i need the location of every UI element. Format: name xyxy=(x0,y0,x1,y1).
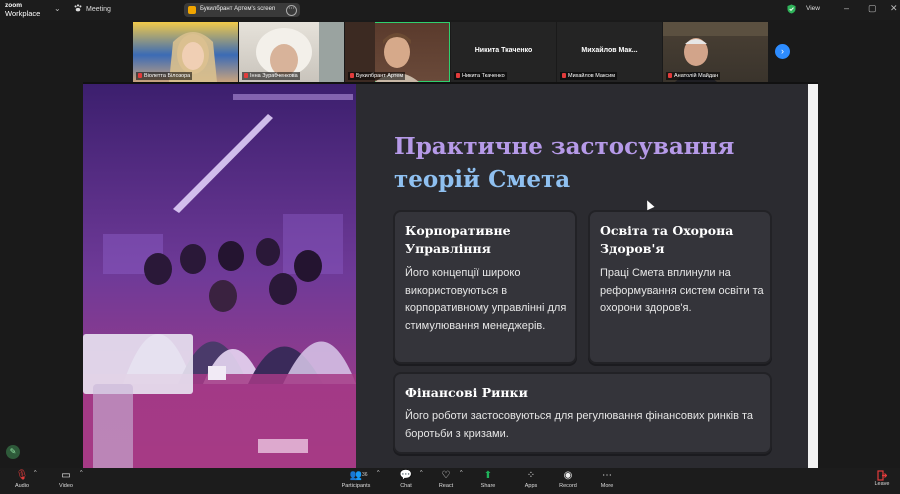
share-label: Share xyxy=(480,483,496,489)
chat-icon: 💬 xyxy=(399,470,413,481)
participants-count-badge: 36 xyxy=(362,472,368,478)
record-label: Record xyxy=(559,483,577,489)
slide-title-line-2: теорій Смета xyxy=(394,166,571,193)
record-button[interactable]: ◉ Record xyxy=(556,470,580,489)
leave-icon xyxy=(877,470,887,481)
team-meeting-photo xyxy=(83,84,356,468)
react-button[interactable]: ♡ React xyxy=(434,470,458,489)
apps-icon: ⁘ xyxy=(526,470,536,481)
video-button[interactable]: ▭ Video xyxy=(54,470,78,489)
mic-muted-icon xyxy=(350,73,354,78)
participant-tile[interactable]: Никита Ткаченко Никита Ткаченко xyxy=(451,22,556,82)
card-education-health: Освіта та Охорона Здоров'я Праці Смета в… xyxy=(588,210,772,364)
screen-share-indicator[interactable]: Букилбрант Артем's screen ⋯ xyxy=(184,3,300,17)
more-icon: ⋯ xyxy=(602,470,612,481)
logo-text-workplace: Workplace xyxy=(5,9,41,18)
participants-label: Participants xyxy=(341,483,371,489)
meeting-menu[interactable]: Meeting xyxy=(74,4,111,13)
participant-display-name: Михайлов Мак... xyxy=(581,47,638,54)
participant-name-text: Інна Зурабченкова xyxy=(250,73,298,79)
share-button[interactable]: ⬆ Share xyxy=(476,470,500,489)
react-options-chevron-icon[interactable]: ^ xyxy=(460,470,463,476)
participant-name-text: Михайлов Максим xyxy=(568,73,616,79)
more-label: More xyxy=(600,483,614,489)
card-title: Корпоративне Управління xyxy=(405,223,511,256)
meeting-label: Meeting xyxy=(86,6,111,13)
more-options-icon[interactable]: ⋯ xyxy=(286,5,297,16)
annotate-pencil-icon[interactable]: ✎ xyxy=(6,445,20,459)
mic-muted-icon xyxy=(244,73,248,78)
video-camera-icon: ▭ xyxy=(61,470,71,481)
participant-name-text: Букилбрант Артем xyxy=(356,73,404,79)
leave-button[interactable]: Leave xyxy=(870,470,894,487)
title-bar xyxy=(0,0,900,20)
chevron-right-icon: › xyxy=(781,46,784,56)
apps-button[interactable]: ⁘ Apps xyxy=(519,470,543,489)
slide-scrollbar[interactable] xyxy=(808,84,818,468)
participant-tile-active-speaker[interactable]: Букилбрант Артем xyxy=(345,22,450,82)
participant-name: Віолетта Білозора xyxy=(136,72,193,80)
mic-muted-icon: 🎙 xyxy=(15,470,29,481)
card-body: Праці Смета вплинули на реформування сис… xyxy=(600,267,764,314)
participant-name: Анатолій Майдан xyxy=(666,72,721,80)
participant-display-name: Никита Ткаченко xyxy=(474,47,533,54)
card-title: Фінансові Ринки xyxy=(405,385,528,400)
chat-button[interactable]: 💬 Chat xyxy=(394,470,418,489)
participant-tile[interactable]: Інна Зурабченкова xyxy=(239,22,344,82)
mic-muted-icon xyxy=(562,73,566,78)
more-button[interactable]: ⋯ More xyxy=(595,470,619,489)
view-menu[interactable]: View xyxy=(806,5,820,12)
next-page-button[interactable]: › xyxy=(775,44,790,59)
card-corporate-governance: Корпоративне Управління Його концепції ш… xyxy=(393,210,577,364)
participants-icon: 👥 xyxy=(349,470,363,481)
heart-icon: ♡ xyxy=(441,470,451,481)
chevron-down-icon[interactable]: ⌄ xyxy=(54,4,61,13)
react-label: React xyxy=(438,483,454,489)
share-indicator-icon xyxy=(188,6,196,14)
mic-muted-icon xyxy=(668,73,672,78)
video-label: Video xyxy=(59,483,73,489)
participant-tile[interactable]: Анатолій Майдан xyxy=(663,22,768,82)
view-label: View xyxy=(806,5,820,12)
audio-button[interactable]: 🎙 Audio xyxy=(10,470,34,489)
audio-options-chevron-icon[interactable]: ^ xyxy=(34,470,37,476)
participants-options-chevron-icon[interactable]: ^ xyxy=(377,470,380,476)
card-financial-markets: Фінансові Ринки Його роботи застосовують… xyxy=(393,372,772,454)
zoom-logo: zoom Workplace xyxy=(5,2,40,18)
video-options-chevron-icon[interactable]: ^ xyxy=(80,470,83,476)
slide-title: Практичне застосування теорій Смета xyxy=(394,130,734,196)
chat-options-chevron-icon[interactable]: ^ xyxy=(420,470,423,476)
mic-muted-icon xyxy=(138,73,142,78)
card-body: Його роботи застосовуються для регулюван… xyxy=(405,410,754,440)
record-icon: ◉ xyxy=(563,470,573,481)
participant-name: Никита Ткаченко xyxy=(454,72,507,80)
participant-name: Букилбрант Артем xyxy=(348,72,406,80)
minimize-button[interactable]: – xyxy=(844,3,849,13)
close-window-button[interactable]: ✕ xyxy=(890,3,898,14)
chat-label: Chat xyxy=(400,483,412,489)
slide-team-photo xyxy=(83,84,356,468)
share-label: Букилбрант Артем's screen xyxy=(200,6,276,12)
participant-name-text: Анатолій Майдан xyxy=(674,73,719,79)
paw-icon xyxy=(74,4,82,12)
participant-name-text: Никита Ткаченко xyxy=(462,73,505,79)
shield-icon[interactable] xyxy=(787,4,796,14)
slide-title-line-1: Практичне застосування xyxy=(394,133,735,160)
share-screen-icon: ⬆ xyxy=(483,470,493,481)
mic-muted-icon xyxy=(456,73,460,78)
audio-label: Audio xyxy=(14,483,30,489)
card-title: Освіта та Охорона Здоров'я xyxy=(600,223,734,256)
participant-tile[interactable]: Віолетта Білозора xyxy=(133,22,238,82)
participant-name-text: Віолетта Білозора xyxy=(144,73,191,79)
participant-name: Михайлов Максим xyxy=(560,72,618,80)
participants-button[interactable]: 👥 Participants xyxy=(338,470,374,489)
participant-name: Інна Зурабченкова xyxy=(242,72,300,80)
apps-label: Apps xyxy=(524,483,538,489)
maximize-button[interactable]: ▢ xyxy=(868,3,877,14)
card-body: Його концепції широко використовуються в… xyxy=(405,267,567,332)
participant-tile[interactable]: Михайлов Мак... Михайлов Максим xyxy=(557,22,662,82)
leave-label: Leave xyxy=(874,481,890,487)
